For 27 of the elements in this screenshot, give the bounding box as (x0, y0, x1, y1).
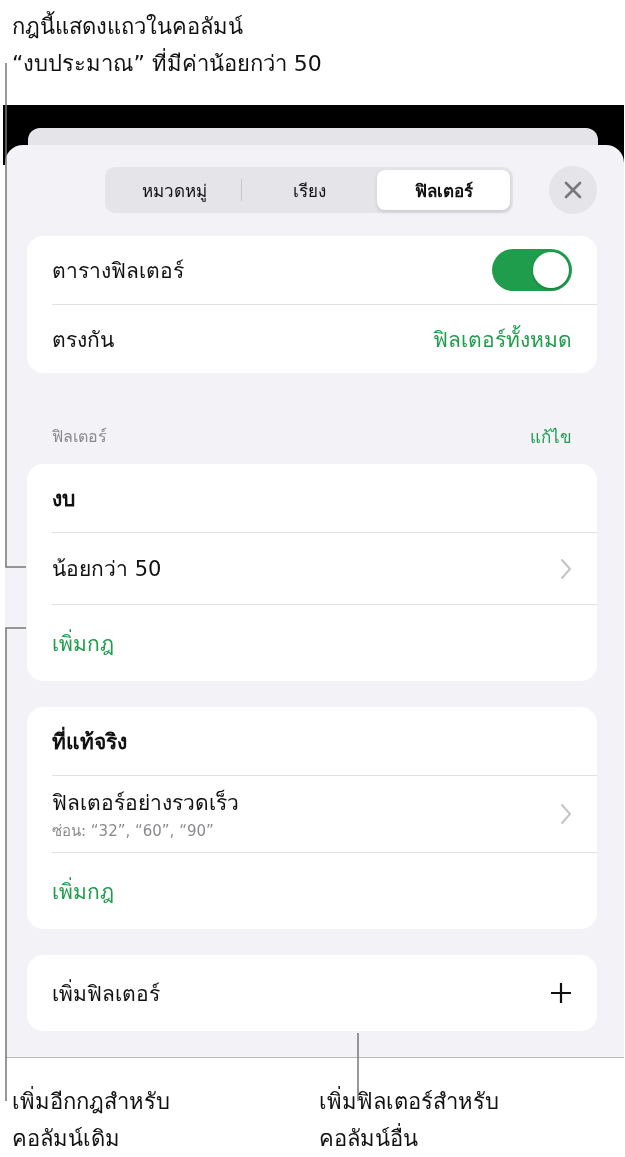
callout-text: เพิ่มอีกกฎสำหรับ คอลัมน์เดิม (12, 1083, 319, 1157)
add-rule-link[interactable]: เพิ่มกฎ (52, 874, 114, 908)
chevron-right-icon (560, 557, 572, 580)
rule-detail: ซ่อน: “32”, “60”, “90” (52, 820, 215, 842)
column-name: ที่แท้จริง (52, 724, 127, 758)
section-title: ฟิลเตอร์ (52, 426, 107, 448)
tab[interactable]: เรียง (242, 170, 376, 210)
toggle-switch[interactable] (492, 249, 572, 291)
close-button[interactable] (549, 166, 597, 214)
rule-row[interactable]: น้อยกว่า 50 (52, 533, 597, 605)
setting-value[interactable]: ฟิลเตอร์ทั้งหมด (433, 322, 572, 356)
callout-text: เพิ่มฟิลเตอร์สำหรับ คอลัมน์อื่น (318, 1083, 625, 1157)
setting-label: ตารางฟิลเตอร์ (52, 257, 184, 285)
add-filter-button[interactable]: เพิ่มฟิลเตอร์ (27, 955, 597, 1031)
rule-label: น้อยกว่า 50 (52, 556, 162, 583)
callout-text: กฎนี้แสดงแถวในคอลัมน์ “งบประมาณ” ที่มีค่าน้อยกว่า 50 (12, 8, 625, 82)
leader-line (357, 1033, 359, 1101)
chevron-right-icon (560, 803, 572, 825)
setting-label: ตรงกัน (52, 326, 114, 354)
rule-label: ฟิลเตอร์อย่างรวดเร็ว (52, 788, 239, 817)
tab[interactable]: ฟิลเตอร์ (376, 170, 511, 210)
add-rule-link[interactable]: เพิ่มกฎ (52, 626, 114, 660)
rule-row[interactable]: ฟิลเตอร์อย่างรวดเร็ว ซ่อน: “32”, “60”, “90” (52, 776, 597, 853)
close-icon (564, 181, 583, 199)
column-name: งบ (52, 485, 75, 513)
plus-icon (550, 982, 572, 1004)
tab[interactable]: หมวดหมู่ (108, 170, 242, 210)
